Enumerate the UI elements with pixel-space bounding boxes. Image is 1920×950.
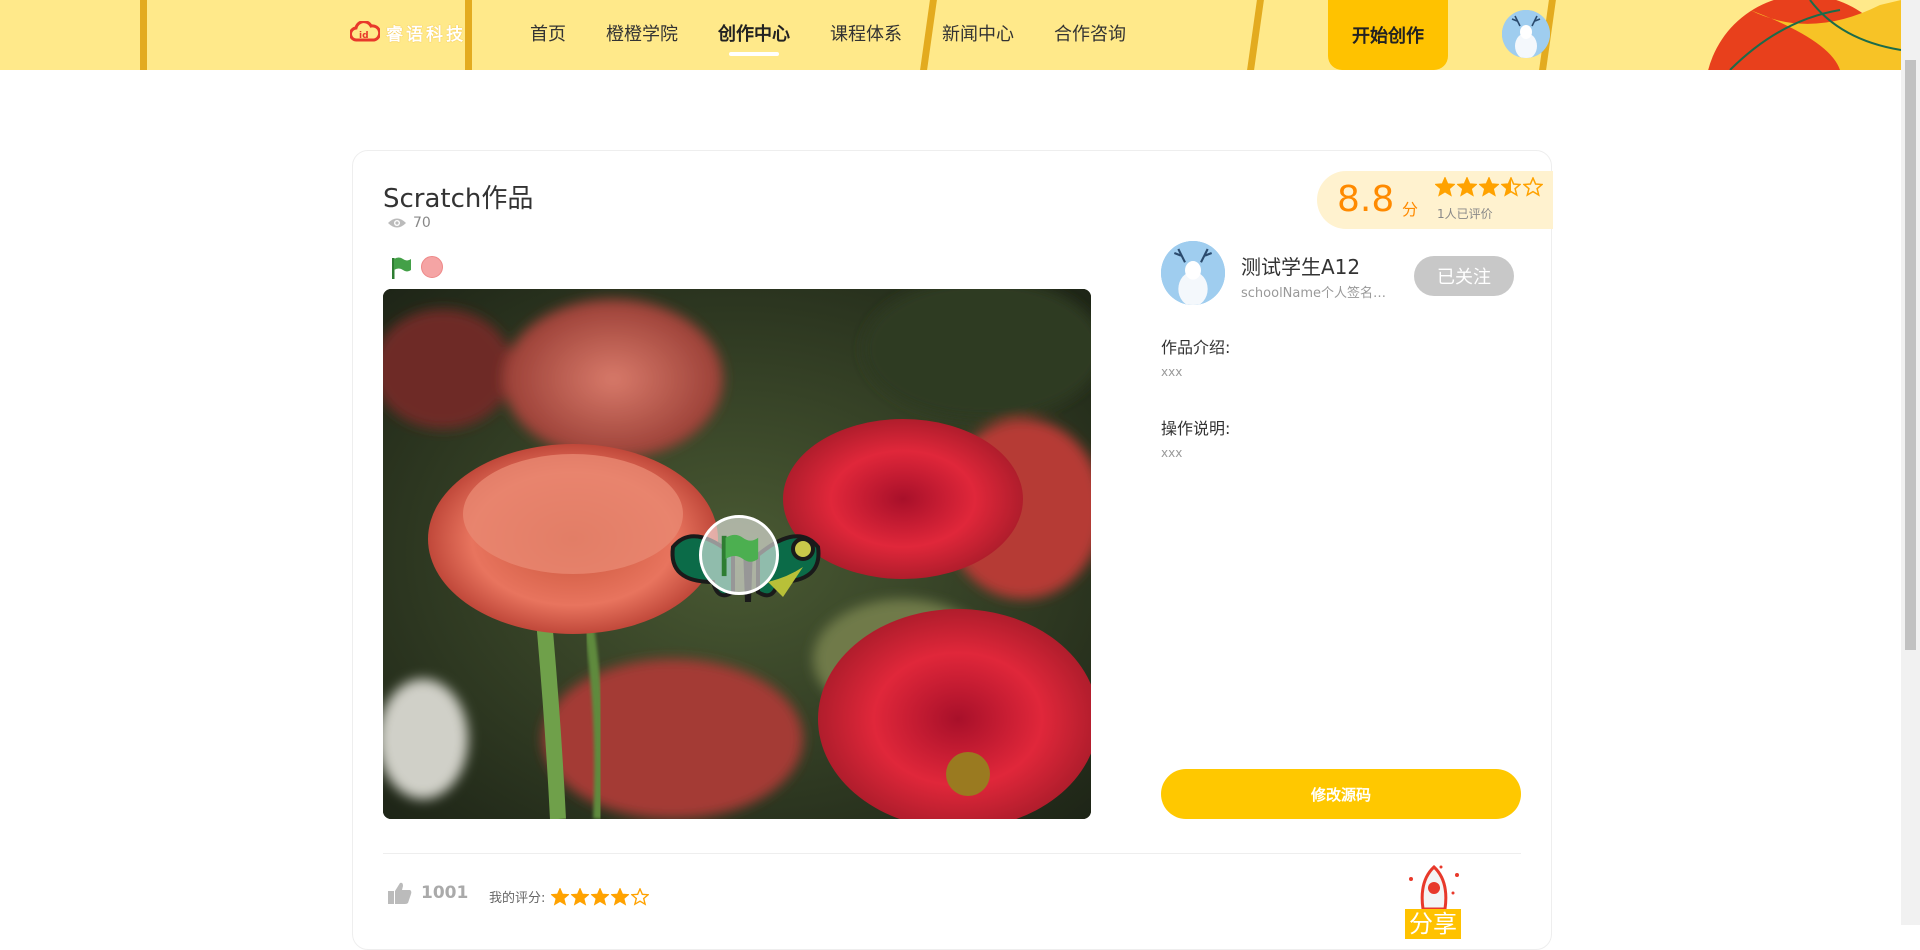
author-avatar[interactable] — [1161, 241, 1225, 305]
intro-label: 作品介绍: — [1161, 338, 1231, 357]
star-filled-icon[interactable] — [571, 887, 590, 906]
thumbs-up-icon — [388, 882, 412, 904]
brand-logo[interactable]: id 睿语科技 — [350, 18, 466, 46]
score-panel: 8.8 分 1人已评价 — [1317, 171, 1553, 229]
green-flag-icon[interactable] — [389, 256, 413, 280]
svg-text:id: id — [359, 31, 369, 41]
like-button[interactable]: 1001 — [387, 881, 468, 905]
decor-stripe — [140, 0, 147, 70]
follow-button[interactable]: 已关注 — [1414, 256, 1514, 296]
share-button[interactable]: 分享 — [1399, 861, 1469, 941]
view-count-value: 70 — [413, 215, 431, 231]
average-score: 8.8 — [1337, 179, 1395, 220]
page-scrollbar[interactable] — [1901, 0, 1920, 925]
scratch-stage[interactable] — [383, 289, 1091, 819]
star-filled-icon[interactable] — [551, 887, 570, 906]
top-nav-bar: id 睿语科技 首页 橙橙学院 创作中心 课程体系 新闻中心 合作咨询 开始创作 — [0, 0, 1901, 70]
eye-icon — [388, 218, 406, 228]
star-half-icon — [1501, 177, 1521, 197]
nav-item-courses[interactable]: 课程体系 — [830, 0, 902, 70]
star-filled-icon[interactable] — [591, 887, 610, 906]
user-avatar[interactable] — [1502, 10, 1550, 58]
score-unit: 分 — [1402, 200, 1419, 219]
star-empty-icon — [1523, 177, 1543, 197]
decor-stripe — [1246, 0, 1265, 70]
green-flag-icon — [721, 534, 759, 577]
work-detail-card: Scratch作品 70 8.8 分 1人已评价 测试学生A12 schoolN… — [352, 150, 1553, 950]
star-filled-icon[interactable] — [611, 887, 630, 906]
decor-ball-illustration — [1708, 0, 1901, 70]
divider — [383, 853, 1521, 854]
cloud-logo-icon: id — [350, 21, 380, 42]
scrollbar-thumb[interactable] — [1905, 60, 1916, 650]
instructions-value: xxx — [1161, 446, 1183, 460]
logo-text: 睿语科技 — [386, 24, 466, 45]
average-rating-stars — [1435, 177, 1545, 197]
start-creating-button[interactable]: 开始创作 — [1328, 0, 1448, 70]
nav-item-news[interactable]: 新闻中心 — [942, 0, 1014, 70]
work-title: Scratch作品 — [383, 184, 534, 214]
star-filled-icon — [1479, 177, 1499, 197]
star-filled-icon — [1435, 177, 1455, 197]
edit-source-button[interactable]: 修改源码 — [1161, 769, 1521, 819]
my-rating-stars[interactable] — [551, 887, 651, 906]
rocket-icon — [1409, 864, 1459, 911]
star-filled-icon — [1457, 177, 1477, 197]
play-flag-button[interactable] — [699, 515, 779, 595]
nav-item-cooperation[interactable]: 合作咨询 — [1054, 0, 1126, 70]
decor-stripe — [465, 0, 472, 70]
star-empty-icon[interactable] — [631, 887, 650, 906]
instructions-label: 操作说明: — [1161, 419, 1231, 438]
view-count: 70 — [387, 215, 431, 231]
rating-count: 1人已评价 — [1437, 207, 1493, 221]
nav-item-creation-center[interactable]: 创作中心 — [718, 0, 790, 70]
main-nav: 首页 橙橙学院 创作中心 课程体系 新闻中心 合作咨询 — [530, 0, 1166, 70]
deer-avatar-icon — [1502, 10, 1550, 58]
nav-item-academy[interactable]: 橙橙学院 — [606, 0, 678, 70]
my-rating-label: 我的评分: — [489, 891, 546, 906]
nav-item-home[interactable]: 首页 — [530, 0, 566, 70]
deer-avatar-icon — [1161, 241, 1225, 305]
author-name[interactable]: 测试学生A12 — [1241, 251, 1360, 280]
intro-value: xxx — [1161, 365, 1183, 379]
my-rating: 我的评分: — [489, 887, 651, 906]
stop-icon[interactable] — [421, 256, 443, 278]
author-signature: schoolName个人签名个人签名 — [1241, 286, 1391, 301]
share-label: 分享 — [1405, 909, 1461, 939]
like-count: 1001 — [421, 883, 469, 903]
